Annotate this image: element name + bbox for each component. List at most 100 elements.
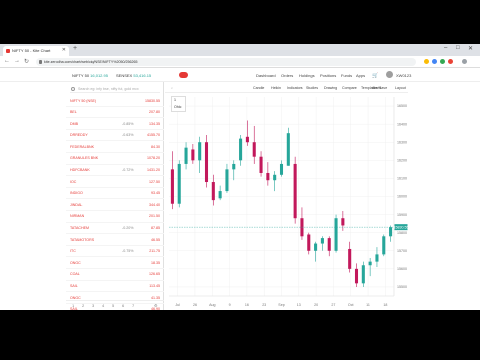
watchlist-value: 126.65 <box>149 272 160 277</box>
candle-body-down <box>341 218 345 226</box>
nav-positions[interactable]: Positions <box>320 73 336 78</box>
cart-icon[interactable]: 🛒 <box>372 73 378 79</box>
watchlist-page-5[interactable]: 5 <box>112 303 114 308</box>
url-field[interactable]: kite.zerodha.com/chart/web/ciq/NSE/NIFTY… <box>36 58 416 66</box>
watchlist-page-2[interactable]: 2 <box>82 303 84 308</box>
chart-symbol-search-icon[interactable]: ⌕ <box>171 86 173 90</box>
extension-icon[interactable] <box>432 59 437 64</box>
watchlist-value: 41.35 <box>151 295 160 300</box>
x-tick-label: 18 <box>383 303 387 307</box>
watchlist-row[interactable]: TATACHEM -0.20% 87.85 <box>66 223 164 235</box>
watchlist-page-3[interactable]: 3 <box>92 303 94 308</box>
candle-body-down <box>354 268 359 284</box>
watchlist-symbol: BEL <box>70 110 77 115</box>
x-tick-label: Sep <box>278 303 284 307</box>
x-tick-label: Jul <box>175 303 180 307</box>
forward-icon[interactable]: → <box>14 58 20 64</box>
lock-icon <box>39 59 42 64</box>
watchlist-symbol: COAL <box>70 272 80 277</box>
toolbar-save[interactable]: Save <box>379 86 387 90</box>
x-tick-label: Aug <box>209 303 215 307</box>
tab-close-icon[interactable]: ✕ <box>62 47 66 53</box>
chart-toolbar: ⌕ Candle Heikin Indicators Studies Drawi… <box>165 82 408 93</box>
watchlist-row[interactable]: NIFTY 50 (NSE) 15830.55 <box>66 95 164 107</box>
candle-body-down <box>204 142 209 183</box>
watchlist-row[interactable]: BEL 207.80 <box>66 107 164 119</box>
toolbar-indicators[interactable]: Indicators <box>287 86 303 90</box>
watchlist-row[interactable]: HDFCBANK -0.72% 1431.20 <box>66 165 164 177</box>
watchlist-row[interactable]: DRREDDY -0.63% 4155.70 <box>66 130 164 142</box>
watchlist-row[interactable]: ONGC 18.35 <box>66 257 164 269</box>
watchlist-search-input[interactable]: Search eg: infy bse, nifty fut, gold mcx <box>70 85 160 93</box>
watchlist-pager: 1 2 3 4 5 6 7 ⚙ <box>66 300 164 310</box>
extension-icon[interactable] <box>448 59 453 64</box>
watchlist-row[interactable]: IOC 127.50 <box>66 176 164 188</box>
watchlist-symbol: INDIGO <box>70 191 83 196</box>
x-tick-label: 20 <box>314 303 318 307</box>
back-icon[interactable]: ← <box>4 58 10 64</box>
index-ticker-sensex[interactable]: SENSEX 53,416.15 <box>116 73 151 78</box>
watchlist-page-7[interactable]: 7 <box>132 303 134 308</box>
watchlist-value: 1078.20 <box>147 156 160 161</box>
watchlist-row[interactable]: JINDAL 344.40 <box>66 199 164 211</box>
watchlist-row[interactable]: NIRMAN 201.50 <box>66 211 164 223</box>
watchlist-row[interactable]: FEDERALBNK 84.30 <box>66 141 164 153</box>
profile-avatar-icon[interactable] <box>462 59 467 64</box>
watchlist-symbol: IOC <box>70 179 77 184</box>
watchlist-symbol: GRANULES BNK <box>70 156 99 161</box>
nav-holdings[interactable]: Holdings <box>299 73 315 78</box>
watchlist-symbol: FEDERALBNK <box>70 144 94 149</box>
chart-legend[interactable]: 1 Ohlc <box>171 96 186 112</box>
search-icon <box>71 87 75 91</box>
watchlist-row[interactable]: SAIL 113.45 <box>66 281 164 293</box>
candle-body-up <box>314 243 318 251</box>
nav-orders[interactable]: Orders <box>281 73 293 78</box>
extension-icon[interactable] <box>424 59 429 64</box>
watchlist-row[interactable]: INDIGO 93.45 <box>66 188 164 200</box>
extension-icon[interactable] <box>440 59 445 64</box>
user-id[interactable]: XW0123 <box>396 73 411 78</box>
watchlist-page-6[interactable]: 6 <box>122 303 124 308</box>
nav-funds[interactable]: Funds <box>341 73 352 78</box>
kite-logo[interactable] <box>179 72 188 78</box>
browser-tab[interactable]: NIFTY 50 - Kite Chart ✕ <box>3 46 69 56</box>
user-avatar[interactable] <box>386 71 393 78</box>
watchlist-value: 15830.55 <box>145 98 160 103</box>
watchlist-symbol: NIRMAN <box>70 214 85 219</box>
close-window-button[interactable]: ✕ <box>468 45 473 52</box>
candle-body-down <box>293 163 297 219</box>
watchlist-row[interactable]: DMB -0.85% 134.35 <box>66 118 164 130</box>
reload-icon[interactable]: ↻ <box>24 58 29 65</box>
watchlist-row[interactable]: GRANULES BNK 1078.20 <box>66 153 164 165</box>
browser-tab-bar: NIFTY 50 - Kite Chart ✕ + – □ ✕ <box>0 44 480 56</box>
watchlist-page-4[interactable]: 4 <box>102 303 104 308</box>
candle-body-up <box>273 174 277 181</box>
candle-body-up <box>389 227 393 237</box>
watchlist-change: -0.85% <box>122 121 134 126</box>
watchlist-row[interactable]: TATAMOTORS 46.55 <box>66 234 164 246</box>
watchlist-change: -0.63% <box>122 133 134 138</box>
toolbar-candle[interactable]: Candle <box>253 86 264 90</box>
watchlist-page-1[interactable]: 1 <box>72 303 74 308</box>
watchlist-row[interactable]: ITC -0.75% 211.75 <box>66 246 164 258</box>
watchlist-symbol: DRREDDY <box>70 133 88 138</box>
candle-body-up <box>218 191 222 199</box>
toolbar-studies[interactable]: Studies <box>306 86 318 90</box>
nav-dashboard[interactable]: Dashboard <box>256 73 276 78</box>
toolbar-layout[interactable]: Layout <box>395 86 406 90</box>
toolbar-drawing[interactable]: Drawing <box>324 86 337 90</box>
toolbar-compare[interactable]: Compare <box>342 86 357 90</box>
minimize-button[interactable]: – <box>444 45 447 51</box>
candle-body-up <box>198 142 202 161</box>
toolbar-heikin[interactable]: Heikin <box>271 86 281 90</box>
candlestick-chart[interactable]: Jul 26 Aug 9 16 23 Sep 13 20 27 Oct 11 18 16500 16400 1… <box>165 93 408 310</box>
new-tab-button[interactable]: + <box>73 45 77 52</box>
maximize-button[interactable]: □ <box>456 45 460 51</box>
nav-apps[interactable]: Apps <box>356 73 365 78</box>
y-tick-label: 16000 <box>397 195 407 199</box>
app-header: NIFTY 50 16,012.95 SENSEX 53,416.15 Dash… <box>0 68 480 82</box>
watchlist-row[interactable]: COAL 126.65 <box>66 269 164 281</box>
gear-icon[interactable]: ⚙ <box>154 303 158 308</box>
last-price-label: 15830.55 <box>394 225 409 229</box>
index-ticker-nifty[interactable]: NIFTY 50 16,012.95 <box>72 73 108 78</box>
